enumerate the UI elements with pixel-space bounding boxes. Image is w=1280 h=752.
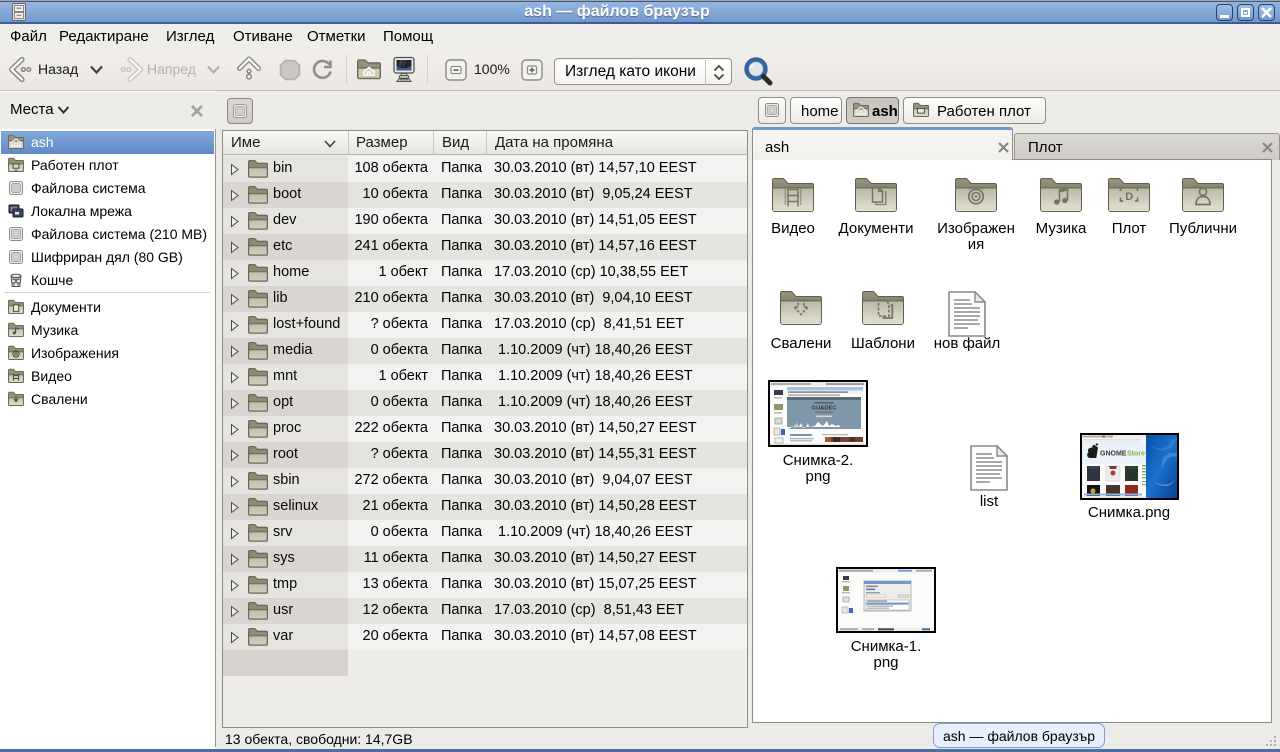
svg-text:D: D <box>1125 191 1133 203</box>
svg-text:GNOME: GNOME <box>1100 451 1127 458</box>
svg-text:GUADEC: GUADEC <box>811 406 837 412</box>
svg-text:Store: Store <box>1127 451 1145 458</box>
